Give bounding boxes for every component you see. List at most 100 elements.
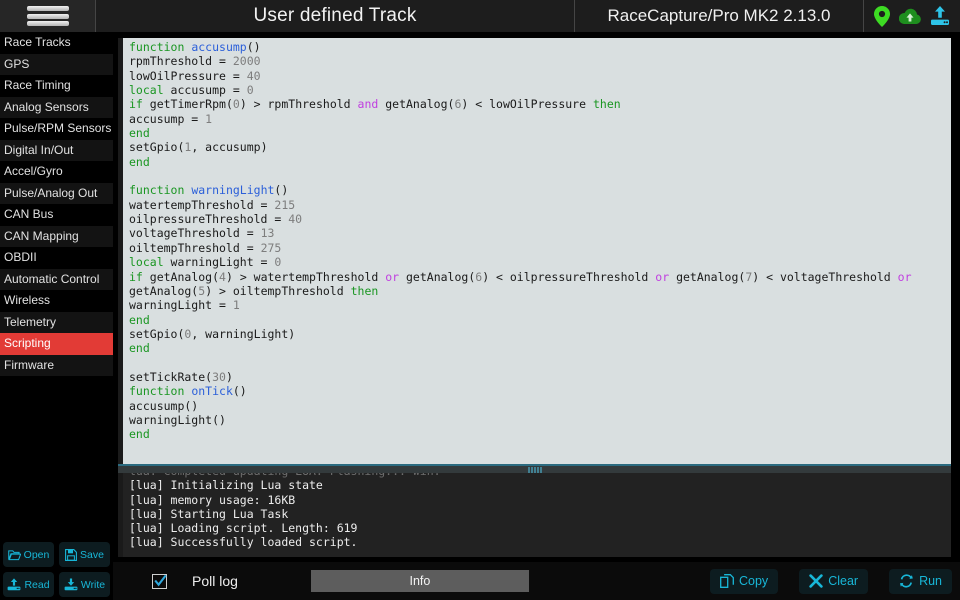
code-line: warningLight = 1 xyxy=(129,298,951,312)
code-token: watertempThreshold = xyxy=(129,197,275,212)
code-token: end xyxy=(129,126,150,141)
sidebar-item-label: Pulse/RPM Sensors xyxy=(4,121,112,135)
code-token: getAnalog( xyxy=(669,269,746,284)
sidebar-item-label: Analog Sensors xyxy=(4,99,89,114)
sidebar-item-label: Digital In/Out xyxy=(4,142,74,157)
code-token: if xyxy=(129,97,143,112)
log-line: [lua] Successfully loaded script. xyxy=(129,535,358,550)
sidebar-action-buttons: Open Save Read Write xyxy=(0,539,113,600)
code-token: accusump = xyxy=(129,111,206,126)
log-output: lua: Completed updating LUA. Flashing...… xyxy=(123,473,951,550)
sidebar-item-race-tracks[interactable]: Race Tracks xyxy=(0,32,113,54)
sidebar-item-telemetry[interactable]: Telemetry xyxy=(0,311,113,333)
code-line: end xyxy=(129,427,951,441)
app-window: User defined Track RaceCapture/Pro MK2 2… xyxy=(0,0,960,600)
copy-button[interactable]: Copy xyxy=(710,568,779,594)
code-token: getAnalog( xyxy=(378,97,455,112)
sidebar-item-firmware[interactable]: Firmware xyxy=(0,354,113,376)
download-from-device-icon xyxy=(7,578,21,591)
code-token: if xyxy=(129,269,143,284)
sidebar-item-scripting[interactable]: Scripting xyxy=(0,333,113,355)
sidebar-item-label: Pulse/Analog Out xyxy=(4,185,98,200)
open-button[interactable]: Open xyxy=(3,542,54,567)
page-title-text: User defined Track xyxy=(253,5,417,26)
log-line: [lua] Loading script. Length: 619 xyxy=(129,521,358,536)
sidebar-item-wireless[interactable]: Wireless xyxy=(0,290,113,312)
code-token: getTimerRpm( xyxy=(142,97,233,112)
sidebar-item-analog-sensors[interactable]: Analog Sensors xyxy=(0,96,113,118)
code-token: 2000 xyxy=(232,54,261,69)
sidebar-item-obdii[interactable]: OBDII xyxy=(0,247,113,269)
code-token: or xyxy=(897,269,912,284)
code-token: ) > watertempThreshold xyxy=(225,269,386,284)
sidebar-item-label: Telemetry xyxy=(4,314,57,329)
sidebar-item-accel-gyro[interactable]: Accel/Gyro xyxy=(0,161,113,183)
write-button[interactable]: Write xyxy=(59,572,110,597)
x-icon xyxy=(809,574,823,588)
menu-button[interactable] xyxy=(0,0,95,32)
code-token: and xyxy=(357,97,379,112)
gps-pin-icon[interactable] xyxy=(874,5,890,27)
code-token: 40 xyxy=(288,212,303,227)
code-token: ) < oilpressureThreshold xyxy=(482,269,656,284)
sidebar-item-can-bus[interactable]: CAN Bus xyxy=(0,204,113,226)
device-upload-icon[interactable] xyxy=(930,5,950,27)
copy-icon xyxy=(720,574,734,588)
sidebar-item-gps[interactable]: GPS xyxy=(0,53,113,75)
run-button[interactable]: Run xyxy=(889,568,952,594)
code-line: accusump = 1 xyxy=(129,112,951,126)
code-token: 1 xyxy=(232,298,240,313)
upload-to-device-icon xyxy=(64,578,78,591)
code-token: warningLight = xyxy=(163,255,275,270)
sidebar: Race Tracks GPS Race Timing Analog Sensors P… xyxy=(0,32,113,600)
script-editor-code[interactable]: function accusump() rpmThreshold = 2000 lo… xyxy=(123,38,951,464)
code-token: setGpio( xyxy=(129,326,185,341)
copy-button-label: Copy xyxy=(739,574,769,588)
clear-button[interactable]: Clear xyxy=(799,568,869,594)
code-token: warningLight() xyxy=(129,412,226,427)
sidebar-item-pulse-rpm-sensors[interactable]: Pulse/RPM Sensors xyxy=(0,118,113,140)
code-token: setGpio( xyxy=(129,140,185,155)
code-token: 0 xyxy=(246,83,254,98)
status-icon-group xyxy=(864,0,960,32)
code-line: accusump() xyxy=(129,399,951,413)
log-level-select-value: Info xyxy=(409,574,431,588)
code-line: warningLight() xyxy=(129,413,951,427)
code-token: ) > oiltempThreshold xyxy=(205,283,351,298)
code-token: 1 xyxy=(205,111,213,126)
sidebar-item-label: Firmware xyxy=(4,357,54,372)
sidebar-item-automatic-control[interactable]: Automatic Control xyxy=(0,268,113,290)
run-button-label: Run xyxy=(919,574,942,588)
code-line: oiltempThreshold = 275 xyxy=(129,241,951,255)
code-line: getAnalog(5) > oiltempThreshold then xyxy=(129,284,951,298)
code-token: 13 xyxy=(260,226,275,241)
save-button[interactable]: Save xyxy=(59,542,110,567)
code-token: oiltempThreshold = xyxy=(129,240,261,255)
code-token: lowOilPressure = xyxy=(129,68,247,83)
clear-button-label: Clear xyxy=(828,574,859,588)
cloud-upload-icon[interactable] xyxy=(899,8,921,25)
poll-log-checkbox[interactable] xyxy=(152,573,167,589)
sidebar-item-digital-in-out[interactable]: Digital In/Out xyxy=(0,139,113,161)
code-token: accusump() xyxy=(129,398,199,413)
sidebar-item-can-mapping[interactable]: CAN Mapping xyxy=(0,225,113,247)
code-token: getAnalog( xyxy=(142,269,220,284)
read-button[interactable]: Read xyxy=(3,572,54,597)
code-line: setGpio(0, warningLight) xyxy=(129,327,951,341)
panel-splitter[interactable] xyxy=(118,464,951,473)
code-line: function onTick() xyxy=(129,384,951,398)
code-token: 275 xyxy=(260,240,282,255)
sidebar-item-label: CAN Mapping xyxy=(4,228,79,243)
code-token: ) > rpmThreshold xyxy=(239,97,358,112)
sidebar-item-pulse-analog-out[interactable]: Pulse/Analog Out xyxy=(0,182,113,204)
code-line: function warningLight() xyxy=(129,183,951,197)
sidebar-item-race-timing[interactable]: Race Timing xyxy=(0,75,113,97)
device-info[interactable]: RaceCapture/Pro MK2 2.13.0 xyxy=(575,0,863,32)
code-token: ) < voltageThreshold xyxy=(752,269,898,284)
script-editor-panel[interactable]: function accusump() rpmThreshold = 2000 lo… xyxy=(118,38,951,464)
log-line: [lua] memory usage: 16KB xyxy=(129,492,296,507)
log-level-select[interactable]: Info xyxy=(310,570,529,592)
log-panel[interactable]: lua: Completed updating LUA. Flashing...… xyxy=(118,473,951,557)
